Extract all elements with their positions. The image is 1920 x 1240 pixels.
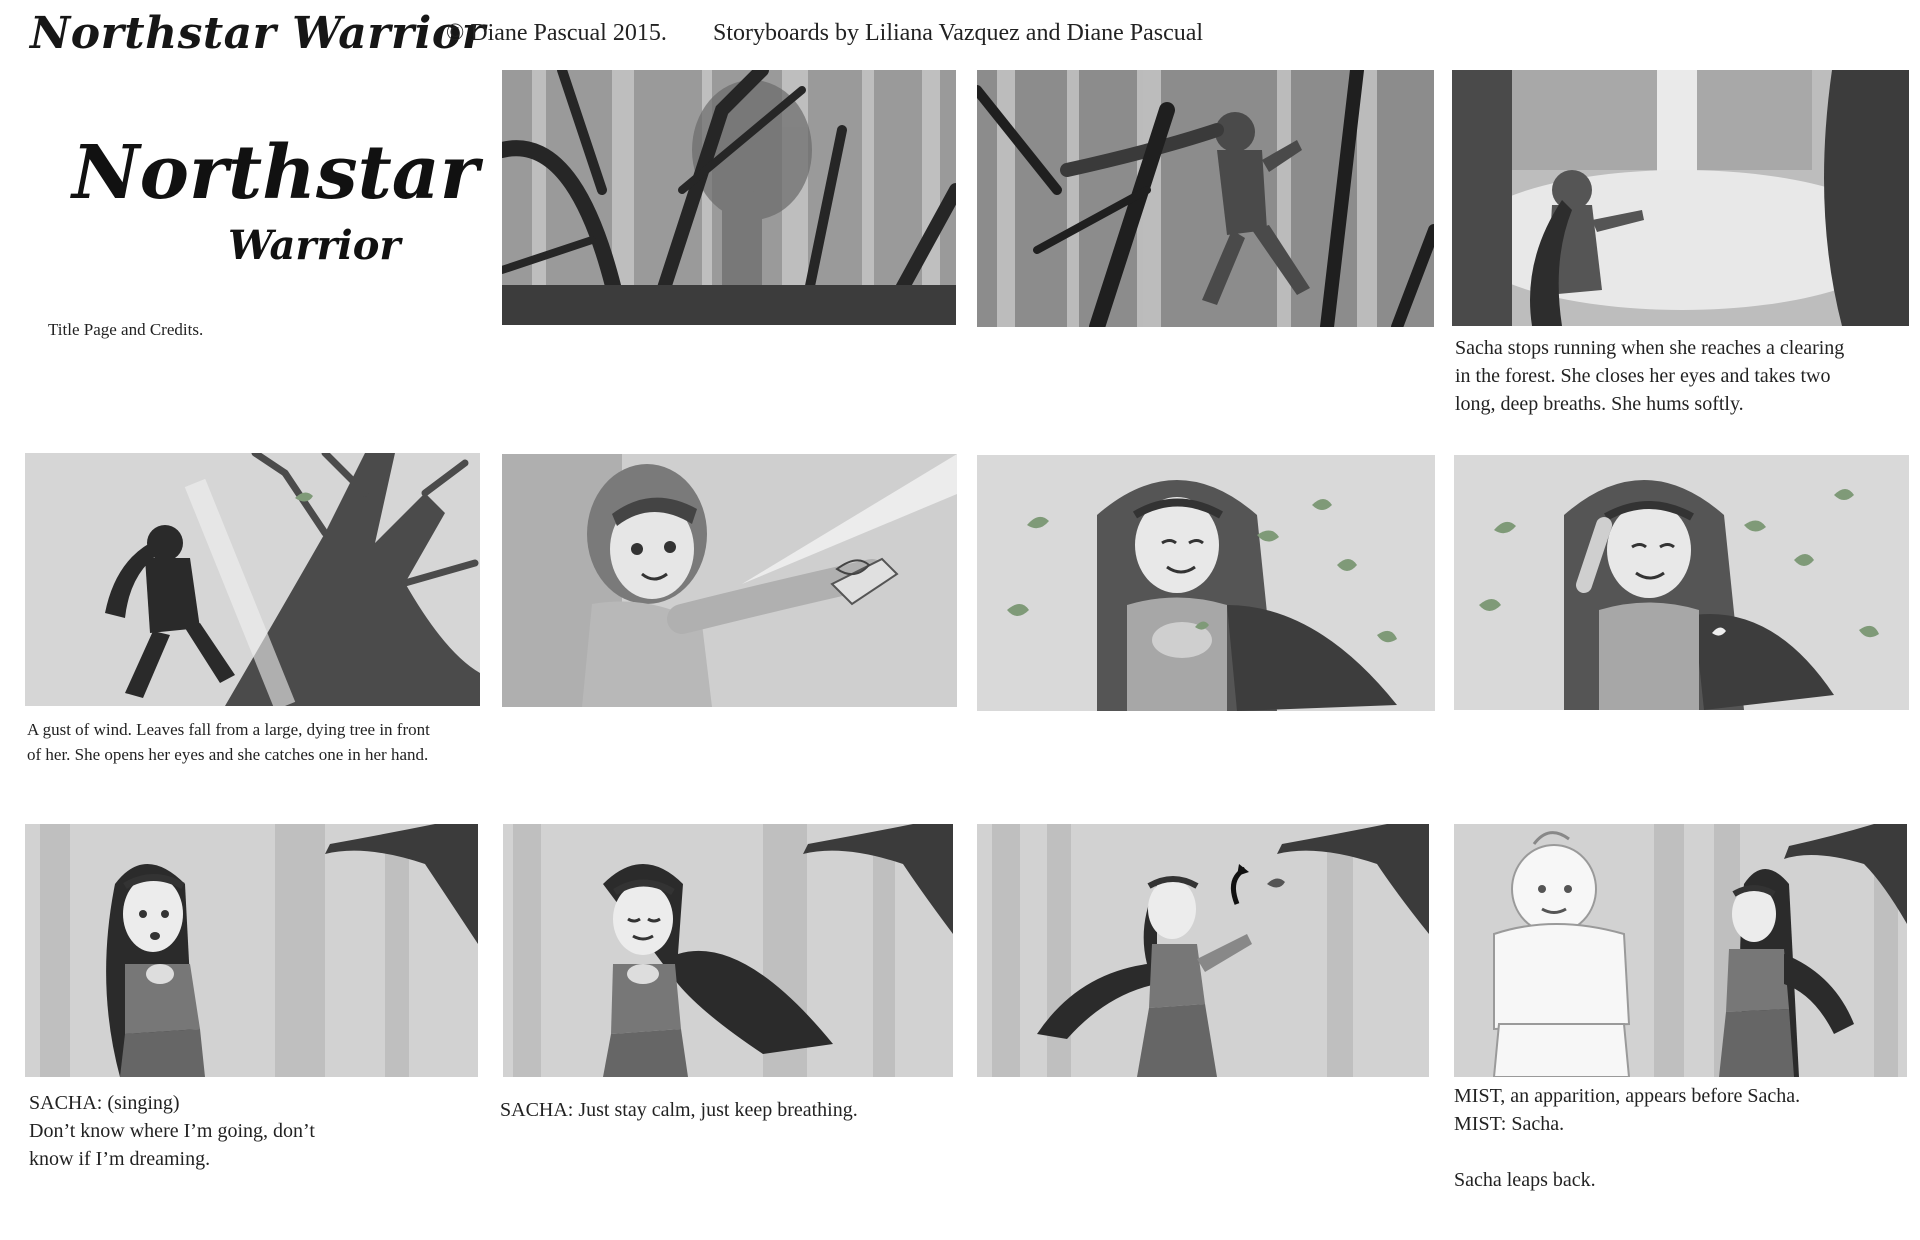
- panel-sacha-calm-breathing: [503, 824, 953, 1077]
- caption-clearing: Sacha stops running when she reaches a c…: [1455, 337, 1845, 415]
- panel-sacha-holding-leaf: [977, 455, 1435, 711]
- caption-sacha-singing: SACHA: (singing) Don’t know where I’m go…: [29, 1092, 315, 1170]
- panel-sacha-running-through-trees: [977, 70, 1434, 327]
- panel-sacha-smiling-leaf: [1454, 455, 1909, 710]
- panel-mist-apparition: [1454, 824, 1907, 1077]
- panel-sacha-singing: [25, 824, 478, 1077]
- header-logo: Northstar Warrior: [30, 8, 486, 59]
- caption-mist-appears: MIST, an apparition, appears before Sach…: [1454, 1085, 1801, 1191]
- panel-forest-running-blur: [502, 70, 956, 325]
- panel-clearing-waterfall: [1452, 70, 1909, 326]
- panel-sacha-reaching-leaf: [502, 454, 957, 707]
- title-sub: Warrior: [228, 222, 401, 269]
- caption-gust-of-wind: A gust of wind. Leaves fall from a large…: [27, 720, 430, 764]
- title-main: Northstar: [72, 130, 479, 216]
- panel-gust-of-wind-tree: [25, 453, 480, 706]
- copyright-text: © Diane Pascual 2015.: [446, 20, 667, 46]
- panel-sacha-releasing-leaf: [977, 824, 1429, 1077]
- title-page-note: Title Page and Credits.: [48, 320, 204, 339]
- caption-stay-calm: SACHA: Just stay calm, just keep breathi…: [500, 1099, 858, 1121]
- storyboard-credits: Storyboards by Liliana Vazquez and Diane…: [713, 20, 1204, 46]
